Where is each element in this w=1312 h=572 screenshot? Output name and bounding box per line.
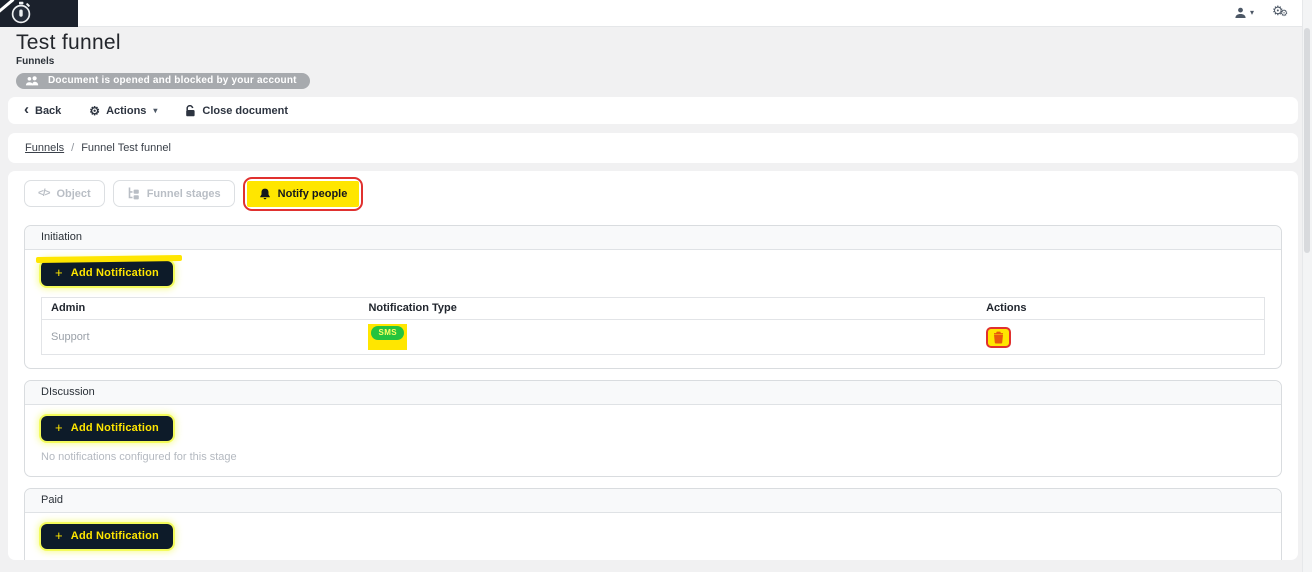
user-icon — [1235, 7, 1246, 18]
trash-icon — [994, 331, 1004, 343]
action-toolbar: ‹ Back ⚙ Actions ▾ Close document — [8, 97, 1298, 124]
people-icon — [25, 75, 39, 85]
section-discussion: DIscussion + Add Notification No notific… — [24, 380, 1282, 477]
add-notification-button[interactable]: + Add Notification — [41, 416, 173, 441]
section-initiation-title: Initiation — [25, 226, 1281, 250]
section-paid-title: Paid — [25, 489, 1281, 513]
close-document-button[interactable]: Close document — [185, 104, 288, 117]
gear-icon: ⚙ — [89, 103, 101, 118]
tab-object-label: Object — [56, 187, 91, 200]
column-header-admin: Admin — [41, 297, 360, 320]
actions-label: Actions — [106, 104, 147, 117]
cell-admin: Support — [51, 331, 90, 343]
gear-small-icon: ⚙ — [1280, 8, 1289, 18]
section-paid: Paid + Add Notification No notifications… — [24, 488, 1282, 560]
top-bar: ▾ ⚙ ⚙ — [0, 0, 1312, 27]
add-notification-label: Add Notification — [70, 422, 159, 434]
unlock-icon — [186, 104, 196, 116]
sms-type-badge: SMS — [371, 326, 405, 340]
scrollbar-thumb[interactable] — [1304, 28, 1310, 253]
annotation-highlight: SMS — [368, 324, 408, 350]
column-header-actions: Actions — [977, 297, 1265, 320]
add-notification-label: Add Notification — [70, 530, 159, 542]
page-header: Test funnel Funnels Document is opened a… — [0, 27, 1312, 91]
document-locked-badge: Document is opened and blocked by your a… — [16, 73, 310, 89]
app-logo[interactable] — [0, 0, 78, 27]
notifications-table: Admin Notification Type Actions Support … — [41, 297, 1265, 355]
breadcrumb-separator: / — [71, 142, 75, 154]
tab-object[interactable]: </> Object — [24, 180, 105, 207]
user-menu-caret-icon: ▾ — [1249, 8, 1254, 17]
vertical-scrollbar[interactable] — [1302, 0, 1312, 572]
add-notification-button[interactable]: + Add Notification — [35, 254, 182, 286]
main-content-card: </> Object Funnel stages Notify people I… — [8, 171, 1298, 560]
tab-notify-people-label: Notify people — [277, 188, 348, 200]
add-notification-button[interactable]: + Add Notification — [41, 524, 173, 549]
column-header-notification-type: Notification Type — [359, 297, 978, 320]
stopwatch-logo-icon — [11, 1, 31, 24]
settings-button[interactable]: ⚙ ⚙ — [1272, 3, 1290, 21]
user-menu[interactable]: ▾ — [1234, 7, 1254, 19]
tab-notify-people[interactable]: Notify people — [246, 181, 360, 207]
chevron-down-icon: ▾ — [153, 105, 158, 115]
bell-icon — [259, 188, 270, 199]
close-document-label: Close document — [202, 104, 288, 117]
cell-notification-type: SMS — [359, 320, 977, 355]
breadcrumb-current: Funnel Test funnel — [81, 142, 171, 154]
notify-people-annotation-outline: Notify people — [242, 177, 364, 211]
page-title: Test funnel — [16, 31, 121, 54]
empty-state-text: No notifications configured for this sta… — [41, 451, 237, 463]
stages-tree-icon — [128, 187, 139, 200]
code-icon: </> — [38, 188, 51, 199]
annotation-highlight — [35, 254, 182, 264]
tab-funnel-stages[interactable]: Funnel stages — [112, 180, 235, 207]
delete-notification-button[interactable] — [986, 326, 1012, 348]
document-locked-text: Document is opened and blocked by your a… — [48, 75, 297, 86]
actions-dropdown-button[interactable]: ⚙ Actions ▾ — [89, 105, 157, 117]
cell-actions — [977, 320, 1264, 355]
table-row: Support SMS — [42, 320, 1265, 355]
empty-state-text: No notifications configured for this sta… — [41, 559, 1265, 560]
section-initiation: Initiation + Add Notification Admin Noti… — [24, 225, 1282, 369]
section-discussion-title: DIscussion — [25, 381, 1281, 405]
tab-funnel-stages-label: Funnel stages — [146, 187, 221, 200]
breadcrumb-funnels-link[interactable]: Funnels — [25, 142, 64, 154]
breadcrumb: Funnels / Funnel Test funnel — [8, 133, 1298, 163]
page-subtitle: Funnels — [16, 56, 55, 67]
tab-bar: </> Object Funnel stages Notify people — [24, 177, 1282, 213]
back-label: Back — [35, 104, 62, 117]
back-button[interactable]: ‹ Back — [24, 102, 62, 117]
add-notification-label: Add Notification — [70, 267, 159, 279]
